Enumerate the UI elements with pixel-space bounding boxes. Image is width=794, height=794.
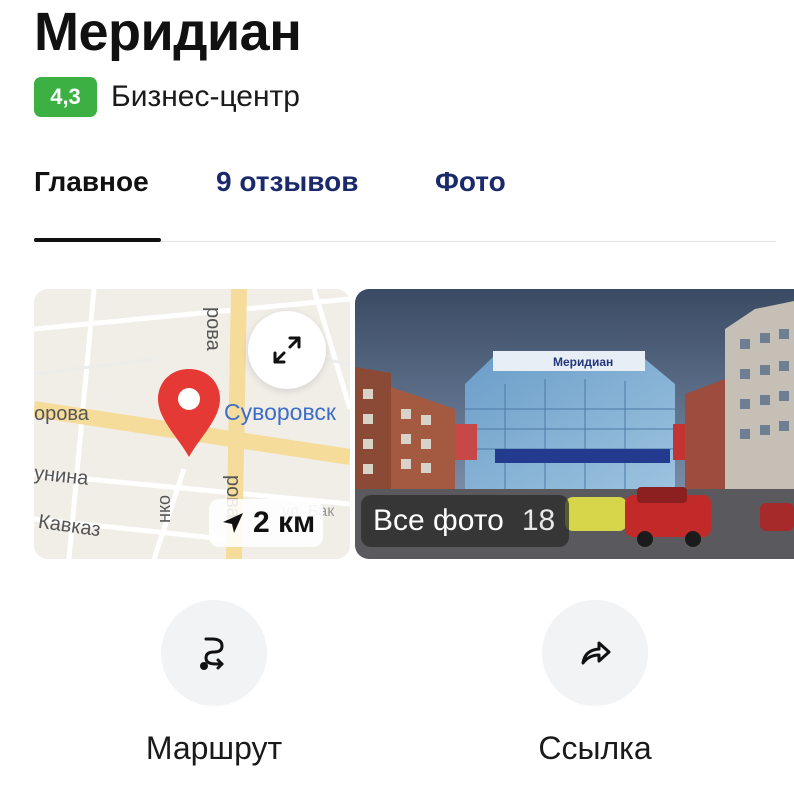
route-button[interactable]: Маршрут [104,600,324,767]
tab-divider [161,241,776,242]
rating-badge[interactable]: 4,3 [34,77,97,117]
photo-preview[interactable]: Меридиан Все фото 18 [355,289,794,559]
building-sign: Меридиан [553,355,613,369]
map-pin-icon [158,369,220,457]
rating-row: 4,3 Бизнес-центр [34,74,300,120]
place-title: Меридиан [34,2,302,62]
photo-count: 18 [521,504,556,537]
share-link-label: Ссылка [538,730,652,766]
route-button-circle[interactable] [161,600,267,706]
tab-main[interactable]: Главное [34,162,149,202]
tab-reviews[interactable]: 9 отзывов [216,162,358,202]
route-label: Маршрут [145,730,283,766]
expand-arrows-icon [273,336,301,364]
map-street-label: нко [154,494,174,523]
distance-value: 2 км [253,506,316,539]
distance-badge: 2 км [209,499,324,547]
tab-bar: Главное 9 отзывов Фото [34,162,776,244]
share-arrow-icon [581,641,611,665]
all-photos-label: Все фото [373,504,504,537]
map-expand-button[interactable] [248,311,326,389]
all-photos-button[interactable]: Все фото 18 [361,495,570,547]
place-category: Бизнес-центр [111,80,300,113]
share-link-button-circle[interactable] [542,600,648,706]
map-street-label: Суворовск [224,399,336,425]
route-icon [200,637,224,670]
navigation-arrow-icon [223,513,243,533]
map-street-label: рова [202,307,224,351]
share-link-button[interactable]: Ссылка [485,600,705,767]
map-street-label: орова [34,403,89,425]
map-preview[interactable]: орова Суворовск унина Кавказ рова рова у… [34,289,350,559]
active-tab-indicator [34,238,161,242]
tab-photos[interactable]: Фото [435,162,506,202]
